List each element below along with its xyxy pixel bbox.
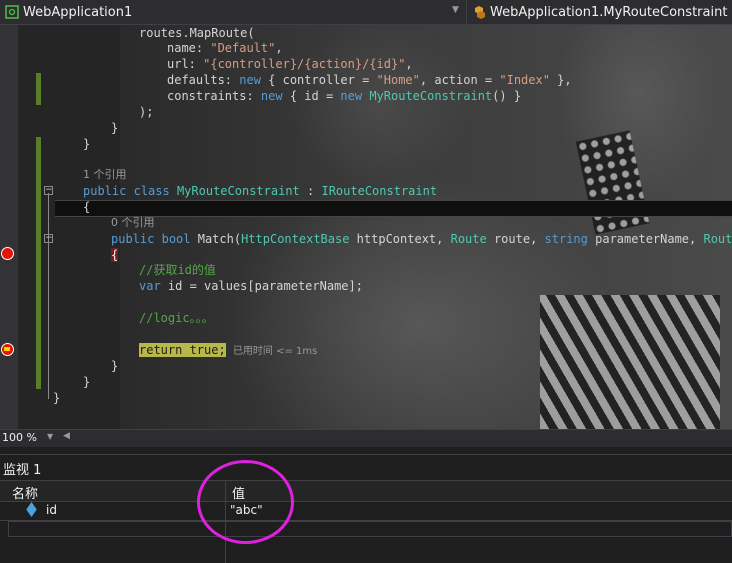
member-name: WebApplication1.MyRouteConstraint: [490, 4, 728, 20]
code-line: var id = values[parameterName];: [139, 279, 363, 293]
annotation-circle: [197, 460, 294, 544]
code-line: routes.MapRoute(: [139, 26, 255, 40]
perf-tip[interactable]: 已用时间 <= 1ms: [233, 346, 317, 357]
code-line: }: [111, 359, 119, 373]
code-line: public bool Match(HttpContextBase httpCo…: [111, 232, 732, 246]
current-line-highlight: [55, 200, 732, 217]
change-indicator: [36, 137, 41, 389]
breakpoint-icon[interactable]: [1, 247, 14, 260]
code-line: }: [83, 375, 91, 389]
current-statement-icon[interactable]: [1, 343, 14, 356]
chevron-down-icon[interactable]: ▼: [47, 432, 53, 441]
watch-window: 监视 1 名称 值 id "abc": [0, 454, 732, 563]
code-line: {: [83, 200, 91, 214]
breakpoint-margin[interactable]: [0, 25, 18, 429]
zoom-level[interactable]: 100 %: [2, 431, 37, 444]
code-comment: //logic。。。: [139, 311, 214, 325]
watch-header: 名称 值: [0, 480, 732, 502]
code-line: }: [83, 137, 91, 151]
collapse-toggle[interactable]: −: [44, 186, 53, 195]
outline-guide: [48, 193, 49, 399]
code-line: name: "Default",: [167, 41, 283, 55]
watch-row-name: id: [46, 503, 57, 517]
column-name-header[interactable]: 名称: [12, 483, 38, 502]
project-name: WebApplication1: [23, 4, 133, 20]
current-statement: return true;: [139, 343, 226, 357]
scroll-left-icon[interactable]: ◀: [63, 431, 70, 441]
code-line: return true; 已用时间 <= 1ms: [139, 342, 317, 358]
code-line: defaults: new { controller = "Home", act…: [167, 73, 572, 87]
change-indicator: [36, 73, 41, 105]
class-icon: [475, 6, 485, 19]
watch-title[interactable]: 监视 1: [3, 459, 41, 478]
chevron-down-icon[interactable]: ▼: [452, 5, 459, 15]
project-dropdown[interactable]: WebApplication1 ▼: [0, 0, 462, 24]
table-row[interactable]: id "abc": [0, 502, 732, 521]
code-line: }: [111, 121, 119, 135]
watch-new-row[interactable]: [8, 521, 732, 537]
csharp-project-icon: [5, 5, 19, 19]
zoom-bar: 100 % ▼ ◀: [0, 429, 732, 447]
variable-icon: [26, 502, 37, 517]
navigation-bar: WebApplication1 ▼ WebApplication1.MyRout…: [0, 0, 732, 25]
code-editor[interactable]: − − routes.MapRoute( name: "Default", ur…: [0, 25, 732, 429]
codelens-references[interactable]: 1 个引用: [83, 167, 127, 183]
code-line: {: [111, 248, 119, 262]
code-line: );: [139, 105, 154, 119]
collapse-toggle[interactable]: −: [44, 234, 53, 243]
code-comment: //获取id的值: [139, 263, 216, 277]
code-line: constraints: new { id = new MyRouteConst…: [167, 89, 522, 103]
code-line: }: [53, 391, 61, 405]
codelens-references[interactable]: 0 个引用: [111, 215, 155, 231]
member-dropdown[interactable]: WebApplication1.MyRouteConstraint: [466, 0, 732, 24]
code-line: url: "{controller}/{action}/{id}",: [167, 57, 413, 71]
background-stripes: [540, 295, 720, 429]
code-line: public class MyRouteConstraint : IRouteC…: [83, 184, 438, 198]
